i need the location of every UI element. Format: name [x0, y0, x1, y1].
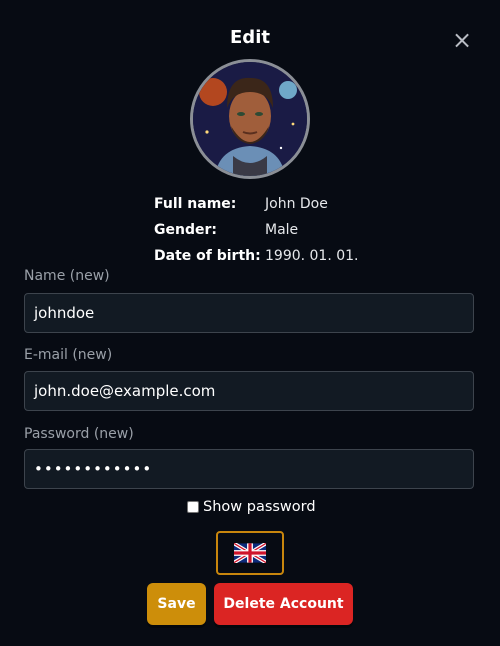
close-button[interactable]: × [450, 28, 474, 53]
show-password-toggle[interactable]: Show password [187, 499, 316, 515]
password-field[interactable]: •••••••••••• [24, 449, 474, 489]
avatar-image [193, 62, 307, 176]
save-button[interactable]: Save [147, 583, 206, 625]
modal-title: Edit [230, 27, 270, 48]
gender-value: Male [265, 222, 299, 238]
full-name-row: Full name: John Doe [154, 191, 359, 217]
full-name-label: Full name: [154, 196, 237, 212]
date-of-birth-row: Date of birth: 1990. 01. 01. [154, 243, 359, 269]
full-name-value: John Doe [265, 196, 328, 212]
delete-account-button[interactable]: Delete Account [214, 583, 353, 625]
show-password-checkbox[interactable] [187, 501, 199, 513]
date-of-birth-label: Date of birth: [154, 248, 261, 264]
gender-row: Gender: Male [154, 217, 359, 243]
edit-modal: Edit × Full name: John Doe Gender: Male [0, 0, 500, 646]
date-of-birth-value: 1990. 01. 01. [265, 248, 359, 264]
name-label: Name (new) [24, 268, 110, 284]
show-password-label: Show password [203, 499, 316, 515]
profile-info: Full name: John Doe Gender: Male Date of… [154, 191, 359, 269]
email-label: E-mail (new) [24, 347, 113, 363]
gender-label: Gender: [154, 222, 217, 238]
name-field[interactable]: johndoe [24, 293, 474, 333]
avatar [190, 59, 310, 179]
email-field[interactable]: john.doe@example.com [24, 371, 474, 411]
language-button[interactable] [216, 531, 284, 575]
uk-flag-icon [234, 543, 266, 563]
password-label: Password (new) [24, 426, 134, 442]
